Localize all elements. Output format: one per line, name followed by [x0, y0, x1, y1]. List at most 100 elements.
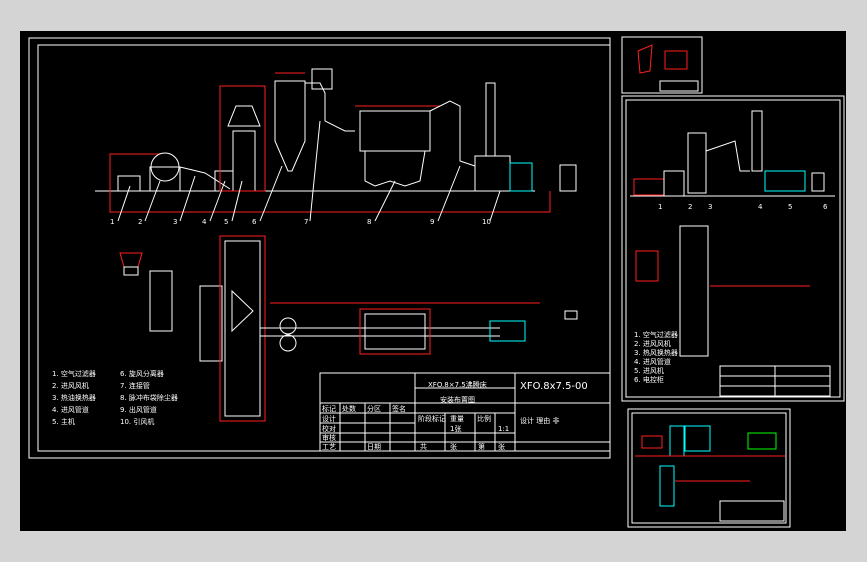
bag-filter-plan — [364, 313, 426, 350]
callout-3: 3 — [173, 175, 196, 226]
title-note: 设计 理由 非 — [520, 416, 559, 425]
legend-item-4: 4. 进风管道 — [52, 405, 89, 414]
tb-cell-mark: 标记 — [322, 404, 336, 413]
outlet-duct — [429, 100, 476, 167]
inlet-fan-base — [149, 166, 181, 192]
side-legend-item-2: 2. 进风风机 — [634, 339, 671, 348]
tb-row-process: 工艺 — [322, 443, 336, 451]
side-fan — [663, 170, 685, 197]
side-callout-2: 2 — [688, 203, 692, 211]
bottom-drawing-bagfilter — [747, 432, 777, 450]
bottom-sheet-inner — [631, 412, 787, 524]
side-callout-6: 6 — [823, 203, 828, 211]
side-sheet-bottom — [627, 408, 791, 528]
tb-cell-count: 处数 — [342, 404, 356, 413]
side-duct — [705, 140, 750, 172]
side-legend-item-3: 3. 热风换热器 — [634, 348, 678, 357]
legend-item-8: 8. 脉冲布袋除尘器 — [120, 393, 178, 402]
side-callout-1: 1 — [658, 203, 662, 211]
callout-8: 8 — [367, 180, 396, 226]
fan-plan — [149, 270, 173, 332]
tb-cell-zone: 分区 — [367, 404, 381, 413]
cad-drawing: 1 2 3 4 5 6 7 8 9 10 1. 空气过滤器 2. 进风风机 3.… — [28, 36, 845, 528]
legend-item-2: 2. 进风风机 — [52, 381, 89, 390]
side-filter — [633, 178, 665, 196]
side-stack — [751, 110, 763, 172]
bottom-sheet-frame — [627, 408, 791, 528]
tb-sheet: 1张 — [450, 424, 461, 433]
exhaust-stack — [485, 82, 496, 157]
legend-item-6: 6. 旋风分离器 — [120, 369, 164, 378]
callout-label: 7 — [304, 218, 308, 226]
title-block-text: XFO.8×7.5沸腾床 安装布置图 XFO.8x7.5-00 设计 理由 非 … — [322, 380, 588, 451]
tb-cell-no: 第 — [478, 442, 485, 451]
legend-item-9: 9. 出风管道 — [120, 405, 157, 414]
bottom-title-block — [719, 500, 785, 522]
drawing-number: XFO.8x7.5-00 — [520, 381, 588, 392]
tb-cell-date: 日期 — [367, 443, 381, 451]
legend-item-1: 1. 空气过滤器 — [52, 369, 96, 378]
side-cabinet — [811, 172, 825, 192]
callout-label: 9 — [430, 218, 434, 226]
thumbnail-top-title — [659, 80, 699, 92]
main-machine-plan-dim — [219, 235, 266, 422]
cabinet-plan — [564, 310, 578, 320]
bag-filter-shape — [359, 110, 431, 152]
bag-filter-plan-dim — [359, 308, 431, 355]
callout-label: 5 — [224, 218, 228, 226]
plan-view — [119, 235, 578, 422]
tb-scale: 1:1 — [498, 425, 509, 433]
main-machine-top — [227, 105, 261, 127]
side-legend-item-1: 1. 空气过滤器 — [634, 330, 678, 339]
heat-exchanger-plan — [199, 285, 223, 362]
filter-plan-base — [123, 266, 139, 276]
cad-drawing-canvas: 1 2 3 4 5 6 7 8 9 10 1. 空气过滤器 2. 进风风机 3.… — [20, 31, 846, 531]
main-machine-dim-box — [219, 85, 266, 192]
legend-item-5: 5. 主机 — [52, 417, 75, 426]
side-main-machine — [687, 132, 707, 194]
side-callout-5: 5 — [788, 203, 792, 211]
control-cabinet — [559, 164, 577, 192]
tb-cell-scale-label: 比例 — [477, 414, 491, 423]
callout-label: 10 — [482, 218, 491, 226]
drawing-title: 安装布置图 — [440, 395, 475, 404]
cyclone-shape — [274, 80, 306, 172]
bag-filter-hoppers — [364, 150, 426, 187]
legend: 1. 空气过滤器 2. 进风风机 3. 热油换热器 4. 进风管道 5. 主机 … — [52, 369, 178, 426]
exhaust-fan-shape — [474, 155, 511, 192]
bottom-drawing-cyclone — [684, 425, 711, 452]
cyclone-plan-1 — [279, 317, 297, 335]
legend-item-3: 3. 热油换热器 — [52, 393, 96, 402]
bottom-drawing-filter — [641, 435, 663, 449]
fan-plan-out — [489, 320, 526, 342]
thumbnail-top-drawing-1 — [637, 44, 653, 74]
callout-label: 8 — [367, 218, 371, 226]
side-fan-out — [764, 170, 806, 192]
tb-row-design: 设计 — [322, 414, 336, 423]
heat-exchanger-duct — [179, 166, 231, 190]
callout-6: 6 — [252, 165, 283, 226]
callout-4: 4 — [202, 180, 226, 226]
product-name: XFO.8×7.5沸腾床 — [428, 380, 487, 389]
callout-label: 2 — [138, 218, 142, 226]
main-machine-plan — [224, 240, 261, 417]
elevation-view — [95, 68, 577, 213]
tb-row-check: 校对 — [322, 424, 336, 433]
tb-row-review: 审核 — [322, 433, 336, 442]
side-legend-item-6: 6. 电控柜 — [634, 375, 664, 384]
connecting-pipe — [305, 82, 355, 132]
callout-label: 6 — [252, 218, 257, 226]
tb-cell-sheet: 张 — [498, 442, 505, 451]
exhaust-motor — [509, 162, 533, 192]
tb-cell-total: 共 — [420, 442, 427, 451]
side-legend: 1. 空气过滤器 2. 进风风机 3. 热风换热器 4. 进风管道 5. 进风机… — [634, 330, 678, 384]
side-legend-item-5: 5. 进风机 — [634, 366, 664, 375]
legend-item-10: 10. 引风机 — [120, 417, 154, 426]
callout-10: 10 — [482, 190, 501, 226]
callout-label: 3 — [173, 218, 177, 226]
tb-cell-stage: 阶段标记 — [418, 414, 446, 423]
thumbnail-top-drawing-2 — [664, 50, 688, 70]
bottom-drawing-machine — [669, 425, 685, 457]
cyclone-plan-2 — [279, 334, 297, 352]
tb-cell-sheets: 张 — [450, 442, 457, 451]
